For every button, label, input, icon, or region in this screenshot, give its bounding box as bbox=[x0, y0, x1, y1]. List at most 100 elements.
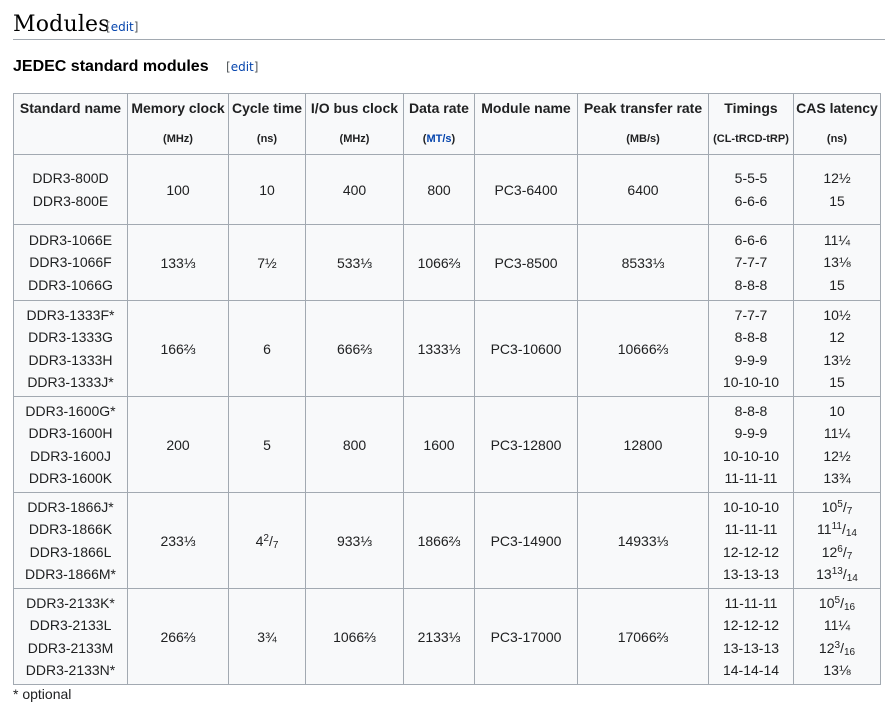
cell-timings: 11-11-11 12-12-12 13-13-13 14-14-14 bbox=[708, 588, 794, 685]
timings-value: 10-10-10 bbox=[722, 374, 780, 390]
header-row: Standard name Memory clock (MHz) Cycle ti… bbox=[13, 93, 881, 155]
standard-name-value: DDR3-1866K bbox=[28, 521, 113, 537]
cell-memory-clock: 233⅓ bbox=[127, 492, 229, 589]
cell-peak-transfer-rate: 8533⅓ bbox=[577, 224, 709, 301]
cas-latency-value: 13¾ bbox=[823, 470, 851, 486]
timings-value: 12-12-12 bbox=[722, 543, 780, 560]
cas-latency-value: 10 bbox=[829, 402, 845, 419]
cas-latency-value: 15 bbox=[829, 276, 845, 293]
cell-module-name: PC3-14900 bbox=[474, 492, 578, 589]
cell-cycle-time: 6 bbox=[228, 300, 306, 397]
table-row: DDR3-1866J* DDR3-1866K DDR3-1866L DDR3-1866… bbox=[13, 492, 881, 589]
timings-value: 11-11-11 bbox=[724, 594, 778, 611]
cas-latency-value: 13½ bbox=[823, 351, 851, 368]
cell-io-bus-clock: 666⅔ bbox=[305, 300, 404, 397]
timings-value: 8-8-8 bbox=[734, 329, 768, 345]
cas-latency-value: 12 bbox=[829, 329, 845, 345]
cas-latency-value: 10½ bbox=[823, 306, 851, 323]
timings-value: 13-13-13 bbox=[722, 639, 780, 656]
header-peak-transfer-rate: Peak transfer rate (MB/s) bbox=[577, 93, 709, 155]
cas-latency-value: 11¼ bbox=[823, 617, 851, 633]
cell-peak-transfer-rate: 12800 bbox=[577, 396, 709, 493]
cell-timings: 10-10-10 11-11-11 12-12-12 13-13-13 bbox=[708, 492, 794, 589]
cell-timings: 8-8-8 9-9-9 10-10-10 11-11-11 bbox=[708, 396, 794, 493]
cell-module-name: PC3-10600 bbox=[474, 300, 578, 397]
cell-memory-clock: 100 bbox=[127, 154, 229, 225]
cell-cas-latency: 12½ 15 bbox=[793, 154, 881, 225]
timings-value: 12-12-12 bbox=[722, 617, 780, 633]
section-title: Modules bbox=[13, 12, 110, 37]
cell-cas-latency: 105/16 11¼ 123/16 13⅛ bbox=[793, 588, 881, 685]
cas-latency-value: 13⅛ bbox=[823, 662, 851, 678]
cell-module-name: PC3-12800 bbox=[474, 396, 578, 493]
header-cas-latency: CAS latency (ns) bbox=[793, 93, 881, 155]
timings-value: 9-9-9 bbox=[734, 351, 768, 368]
header-memory-clock: Memory clock (MHz) bbox=[127, 93, 229, 155]
cas-latency-value: 126/7 bbox=[821, 543, 853, 562]
cell-data-rate: 1866⅔ bbox=[403, 492, 475, 589]
cell-cycle-time: 3¾ bbox=[228, 588, 306, 685]
cell-cas-latency: 11¼ 13⅛ 15 bbox=[793, 224, 881, 301]
cell-standard-name: DDR3-1866J* DDR3-1866K DDR3-1866L DDR3-1866… bbox=[13, 492, 128, 589]
cell-peak-transfer-rate: 17066⅔ bbox=[577, 588, 709, 685]
standard-name-value: DDR3-1066G bbox=[28, 276, 113, 293]
timings-value: 5-5-5 bbox=[734, 170, 768, 186]
subsection-edit-link[interactable]: edit bbox=[231, 60, 254, 74]
cell-io-bus-clock: 1066⅔ bbox=[305, 588, 404, 685]
section-edit-link[interactable]: edit bbox=[111, 20, 134, 34]
mts-link[interactable]: MT/s bbox=[426, 133, 451, 145]
cell-cycle-time: 42/7 bbox=[228, 492, 306, 589]
cell-standard-name: DDR3-1600G* DDR3-1600H DDR3-1600J DDR3-1600… bbox=[13, 396, 128, 493]
cell-peak-transfer-rate: 6400 bbox=[577, 154, 709, 225]
cell-memory-clock: 266⅔ bbox=[127, 588, 229, 685]
cell-cas-latency: 10½ 12 13½ 15 bbox=[793, 300, 881, 397]
standard-name-value: DDR3-2133K* bbox=[26, 594, 115, 611]
timings-value: 13-13-13 bbox=[722, 566, 780, 582]
cell-cycle-time: 10 bbox=[228, 154, 306, 225]
cell-cycle-time: 7½ bbox=[228, 224, 306, 301]
standard-name-value: DDR3-1866J* bbox=[27, 498, 114, 515]
cell-timings: 7-7-7 8-8-8 9-9-9 10-10-10 bbox=[708, 300, 794, 397]
cas-latency-value: 105/16 bbox=[818, 594, 856, 613]
standard-name-value: DDR3-1333F* bbox=[26, 306, 115, 323]
cell-data-rate: 800 bbox=[403, 154, 475, 225]
cell-data-rate: 1333⅓ bbox=[403, 300, 475, 397]
standard-name-value: DDR3-1600J bbox=[30, 447, 111, 464]
cell-module-name: PC3-17000 bbox=[474, 588, 578, 685]
subsection-title: JEDEC standard modules bbox=[13, 58, 209, 75]
table-row: DDR3-1066E DDR3-1066F DDR3-1066G 133⅓ 7½ 533⅓… bbox=[13, 224, 881, 301]
timings-value: 11-11-11 bbox=[724, 470, 778, 486]
cell-timings: 6-6-6 7-7-7 8-8-8 bbox=[708, 224, 794, 301]
cas-latency-value: 123/16 bbox=[818, 639, 856, 658]
cas-latency-value: 11¼ bbox=[823, 425, 851, 441]
cell-cas-latency: 105/7 1111/14 126/7 1313/14 bbox=[793, 492, 881, 589]
header-module-name: Module name bbox=[474, 93, 578, 155]
cas-latency-value: 15 bbox=[829, 374, 845, 390]
table-row: DDR3-1333F* DDR3-1333G DDR3-1333H DDR3-1333… bbox=[13, 300, 881, 397]
standard-name-value: DDR3-800E bbox=[32, 192, 109, 209]
table-row: DDR3-800D DDR3-800E 100 10 400 800 PC3-6400 640… bbox=[13, 154, 881, 225]
header-cycle-time: Cycle time (ns) bbox=[228, 93, 306, 155]
cell-io-bus-clock: 800 bbox=[305, 396, 404, 493]
subsection-edit: [edit] bbox=[226, 60, 259, 74]
cell-cycle-time: 5 bbox=[228, 396, 306, 493]
section-edit: [edit] bbox=[106, 20, 139, 34]
cas-latency-value: 11¼ bbox=[823, 231, 851, 248]
cell-standard-name: DDR3-1333F* DDR3-1333G DDR3-1333H DDR3-1333… bbox=[13, 300, 128, 397]
header-data-rate: Data rate (MT/s) bbox=[403, 93, 475, 155]
cas-latency-value: 105/7 bbox=[821, 498, 853, 517]
standard-name-value: DDR3-800D bbox=[32, 170, 109, 186]
standard-name-value: DDR3-1600K bbox=[28, 470, 113, 486]
standard-name-value: DDR3-1066F bbox=[29, 254, 112, 271]
cell-peak-transfer-rate: 10666⅔ bbox=[577, 300, 709, 397]
footnote: * optional bbox=[13, 686, 72, 702]
cell-module-name: PC3-6400 bbox=[474, 154, 578, 225]
cell-peak-transfer-rate: 14933⅓ bbox=[577, 492, 709, 589]
cell-cas-latency: 10 11¼ 12½ 13¾ bbox=[793, 396, 881, 493]
timings-value: 11-11-11 bbox=[724, 521, 778, 537]
cell-io-bus-clock: 400 bbox=[305, 154, 404, 225]
cell-memory-clock: 200 bbox=[127, 396, 229, 493]
standard-name-value: DDR3-2133M bbox=[27, 639, 114, 656]
standard-name-value: DDR3-1600H bbox=[28, 425, 113, 441]
standard-name-value: DDR3-1866L bbox=[29, 543, 112, 560]
